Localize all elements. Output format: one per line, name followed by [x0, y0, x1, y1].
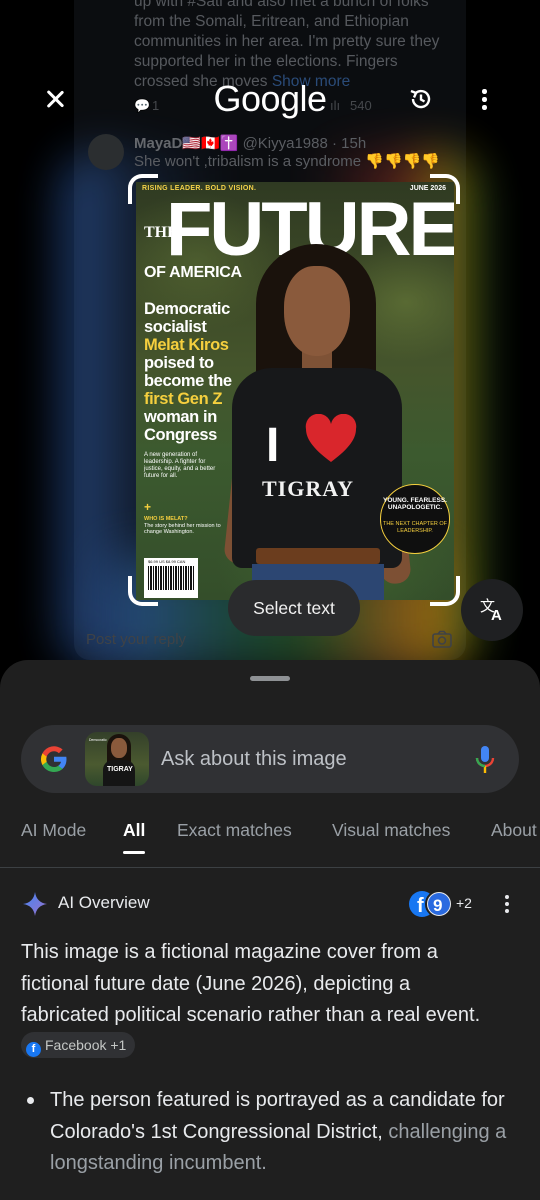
drag-handle[interactable] — [250, 676, 290, 681]
svg-text:9: 9 — [433, 896, 442, 915]
ai-sparkle-icon — [23, 892, 47, 916]
crop-handle-bottom-left[interactable] — [128, 576, 158, 606]
reply-author-name: MayaD🇺🇸🇨🇦✝️ — [134, 135, 239, 152]
results-sheet: TIGRAY Democratic Ask about this image A… — [0, 660, 540, 1200]
tab-ai-mode[interactable]: AI Mode — [21, 820, 86, 841]
magazine-who-section: WHO IS MELAT? The story behind her missio… — [144, 516, 221, 535]
magazine-subtitle: OF AMERICA — [144, 264, 242, 281]
tab-exact-matches[interactable]: Exact matches — [177, 820, 292, 841]
magazine-blurb: A new generation of leadership. A fighte… — [144, 452, 216, 479]
avatar — [88, 134, 124, 170]
more-vert-icon — [482, 89, 487, 94]
shirt-text-i: I — [266, 419, 280, 472]
camera-icon — [432, 630, 452, 648]
reply-text: She won't ,tribalism is a syndrome 👎👎👎👎 — [134, 153, 440, 170]
background-reply: MayaD🇺🇸🇨🇦✝️ @Kiyya1988 · 15h She won't ,… — [88, 132, 458, 172]
source-icons[interactable]: f 9 — [408, 890, 456, 918]
magazine-badge: YOUNG. FEARLESS. UNAPOLOGETIC. THE NEXT … — [380, 484, 450, 554]
history-icon — [410, 89, 431, 109]
ai-overview-title: AI Overview — [58, 893, 150, 912]
close-button[interactable] — [40, 84, 70, 114]
source-chip-facebook[interactable]: f Facebook +1 — [21, 1032, 136, 1059]
crop-handle-bottom-right[interactable] — [430, 576, 460, 606]
mic-icon[interactable] — [475, 745, 495, 775]
ai-overview-bullets: The person featured is portrayed as a ca… — [21, 1085, 521, 1180]
google-g-icon — [41, 746, 67, 773]
more-options-button[interactable] — [472, 86, 496, 112]
search-input[interactable]: Ask about this image — [161, 725, 347, 793]
active-tab-indicator — [123, 851, 145, 854]
tab-visual-matches[interactable]: Visual matches — [332, 820, 450, 841]
svg-text:A: A — [491, 607, 502, 624]
heart-icon — [305, 414, 357, 462]
magazine-headline: Democratic socialist Melat Kiros poised … — [144, 300, 232, 444]
magazine-plus: + — [144, 500, 152, 514]
ai-overview-header: AI Overview f 9 +2 — [22, 890, 522, 918]
search-bar[interactable]: TIGRAY Democratic Ask about this image — [21, 725, 519, 793]
reply-handle: @Kiyya1988 · 15h — [242, 135, 367, 152]
list-item: The person featured is portrayed as a ca… — [21, 1085, 521, 1180]
history-button[interactable] — [408, 86, 434, 112]
person-face — [284, 266, 350, 356]
translate-icon: 文 A — [480, 597, 502, 624]
sources-extra-count[interactable]: +2 — [456, 895, 472, 911]
shirt-text-tigray: TIGRAY — [262, 476, 354, 501]
tab-about[interactable]: About — [491, 820, 537, 841]
post-reply-placeholder: Post your reply — [86, 631, 187, 648]
svg-text:f: f — [417, 895, 424, 917]
ai-overview-paragraph: This image is a fictional magazine cover… — [21, 937, 491, 1063]
reply-count-icon: 💬 — [134, 98, 151, 113]
tab-all[interactable]: All — [123, 820, 145, 841]
results-tabs: AI Mode All Exact matches Visual matches… — [0, 820, 540, 868]
query-image-thumbnail[interactable]: TIGRAY Democratic — [85, 732, 149, 786]
page-title: Google — [213, 78, 327, 119]
magazine-cover-image[interactable]: RISING LEADER. BOLD VISION. JUNE 2026 FU… — [136, 182, 454, 600]
crop-handle-top-left[interactable] — [128, 174, 158, 204]
person-shirt — [232, 368, 402, 568]
ai-overview-more-button[interactable] — [504, 894, 510, 914]
select-text-button[interactable]: Select text — [228, 580, 360, 636]
views-count: 540 — [350, 98, 372, 113]
magazine-title-the: THE — [144, 224, 178, 241]
facebook-icon: f — [26, 1042, 41, 1058]
crop-handle-top-right[interactable] — [430, 174, 460, 204]
reply-count: 1 — [152, 98, 160, 113]
translate-button[interactable]: 文 A — [461, 579, 523, 641]
